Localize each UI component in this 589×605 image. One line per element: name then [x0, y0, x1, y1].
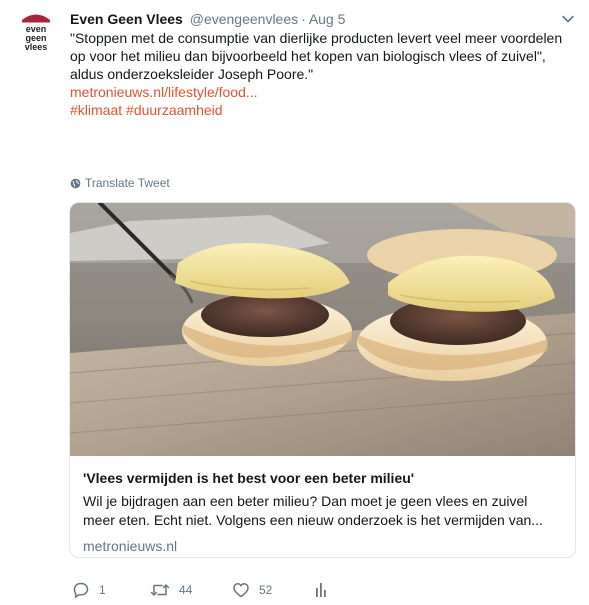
- card-image: [70, 203, 575, 456]
- translate-tweet-button[interactable]: Translate Tweet: [70, 176, 170, 190]
- card-text: 'Vlees vermijden is het best voor een be…: [83, 469, 563, 555]
- retweet-icon: [150, 584, 170, 596]
- reply-icon: [73, 582, 89, 598]
- analytics-button[interactable]: [314, 581, 328, 599]
- reply-button[interactable]: 1: [72, 581, 106, 599]
- globe-icon: [70, 178, 81, 188]
- reply-count: 1: [99, 583, 106, 597]
- like-count: 52: [259, 583, 273, 597]
- card-domain: metronieuws.nl: [83, 538, 178, 554]
- tweet-header: Even Geen Vlees @evengeenvlees · Aug 5: [70, 10, 345, 28]
- translate-label: Translate Tweet: [85, 176, 170, 190]
- chevron-down-icon[interactable]: [561, 12, 575, 26]
- tweet-body: "Stoppen met de consumptie van dierlijke…: [70, 29, 574, 119]
- heart-icon: [233, 583, 249, 598]
- burger-photo: [70, 203, 575, 456]
- tweet-link[interactable]: metronieuws.nl/lifestyle/food...: [70, 84, 258, 100]
- tweet-date[interactable]: Aug 5: [309, 11, 346, 27]
- retweet-button[interactable]: 44: [150, 581, 192, 599]
- retweet-count: 44: [179, 583, 193, 597]
- analytics-icon: [316, 583, 326, 597]
- even-geen-vlees-logo: even geen vlees: [12, 10, 60, 58]
- logo-line-3: vlees: [25, 42, 48, 52]
- author-name[interactable]: Even Geen Vlees: [70, 11, 183, 27]
- hashtag-duurzaamheid[interactable]: #duurzaamheid: [126, 102, 223, 118]
- author-handle[interactable]: @evengeenvlees: [190, 11, 298, 27]
- card-description: Wil je bijdragen aan een beter milieu? D…: [83, 493, 543, 528]
- hashtag-klimaat[interactable]: #klimaat: [70, 102, 122, 118]
- link-card[interactable]: 'Vlees vermijden is het best voor een be…: [69, 202, 576, 558]
- header-separator: ·: [301, 11, 306, 27]
- avatar[interactable]: even geen vlees: [12, 10, 60, 58]
- tweet-text: "Stoppen met de consumptie van dierlijke…: [70, 30, 563, 82]
- like-button[interactable]: 52: [232, 581, 272, 599]
- card-title: 'Vlees vermijden is het best voor een be…: [83, 470, 415, 486]
- tweet[interactable]: even geen vlees Even Geen Vlees @evengee…: [0, 0, 589, 605]
